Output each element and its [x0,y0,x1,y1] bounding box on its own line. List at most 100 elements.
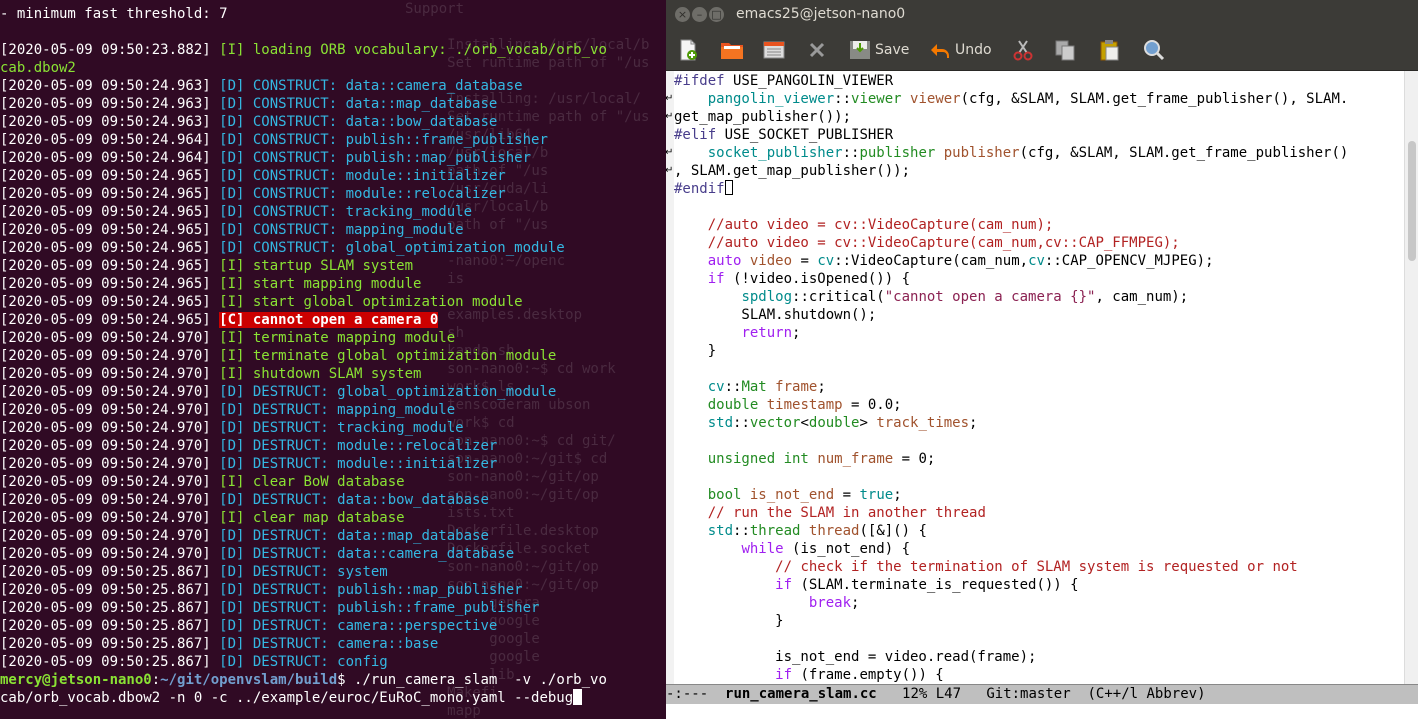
log-timestamp: [2020-05-09 09:50:24.965] [0,168,211,184]
code-token: , cam_num); [1095,289,1189,305]
search-button[interactable] [1142,37,1166,63]
log-message: [D] DESTRUCT: mapping_module [219,402,456,418]
prompt-colon: : [151,672,161,688]
log-message: [D] DESTRUCT: camera::base [219,636,439,652]
modeline-major-mode: (C++/l Abbrev) [1087,686,1206,702]
code-token: #ifdef [674,73,725,89]
command-text-continued[interactable]: cab/orb_vocab.dbow2 -n 0 -c ../example/e… [0,690,573,706]
title-bar[interactable]: × – □ emacs25@jetson-nano0 [666,0,1418,30]
vertical-scrollbar[interactable] [1404,71,1418,684]
code-token: ; [893,487,902,503]
code-line[interactable]: // check if the termination of SLAM syst… [674,558,1348,576]
code-line[interactable]: cv::Mat frame; [674,378,1348,396]
log-timestamp: [2020-05-09 09:50:24.970] [0,510,211,526]
undo-button[interactable]: Undo [928,37,992,63]
code-area[interactable]: #ifdef USE_PANGOLIN_VIEWER pangolin_view… [674,72,1348,684]
code-token: publisher [943,145,1020,161]
prompt-line[interactable]: mercy@jetson-nano0:~/git/openvslam/build… [0,671,666,689]
code-line[interactable]: auto video = cv::VideoCapture(cam_num,cv… [674,252,1348,270]
code-line[interactable] [674,630,1348,648]
code-line[interactable]: get_map_publisher()); [674,108,1348,126]
code-line[interactable]: //auto video = cv::VideoCapture(cam_num,… [674,234,1348,252]
code-line[interactable]: pangolin_viewer::viewer viewer(cfg, &SLA… [674,90,1349,108]
code-line[interactable]: } [674,342,1348,360]
code-line[interactable]: #endif [674,180,1348,198]
terminal-line: [2020-05-09 09:50:24.965] [I] start mapp… [0,275,666,293]
log-message: [D] CONSTRUCT: global_optimization_modul… [219,240,565,256]
code-line[interactable] [674,468,1348,486]
command-text[interactable]: ./run_camera_slam -v ./orb_vo [354,672,607,688]
close-buffer-button[interactable] [806,37,828,63]
code-line[interactable]: // run the SLAM in another thread [674,504,1348,522]
code-line[interactable]: unsigned int num_frame = 0; [674,450,1348,468]
code-line[interactable]: spdlog::critical("cannot open a camera {… [674,288,1348,306]
window-title: emacs25@jetson-nano0 [736,6,906,22]
code-line[interactable]: std::thread thread([&]() { [674,522,1348,540]
save-button[interactable]: Save [848,37,909,63]
code-line[interactable]: , SLAM.get_map_publisher()); [674,162,1348,180]
dired-button[interactable] [762,37,786,63]
terminal-window[interactable]: Support Installing: /usr/local/b Set run… [0,0,666,719]
terminal-line: [2020-05-09 09:50:24.965] [D] CONSTRUCT:… [0,239,666,257]
cut-button[interactable] [1011,37,1035,63]
code-line[interactable]: return; [674,324,1348,342]
code-line[interactable]: #elif USE_SOCKET_PUBLISHER [674,126,1348,144]
code-line[interactable] [674,360,1348,378]
log-timestamp: [2020-05-09 09:50:24.970] [0,528,211,544]
prompt-path: ~/git/openvslam/build [160,672,338,688]
prompt-line-continued[interactable]: cab/orb_vocab.dbow2 -n 0 -c ../example/e… [0,689,666,707]
log-timestamp: [2020-05-09 09:50:24.970] [0,402,211,418]
code-line[interactable]: while (is_not_end) { [674,540,1348,558]
left-fringe: ↵ ↵ ↵ ↵ [666,71,674,684]
code-token: true [859,487,894,503]
code-token: "cannot open a camera {}" [884,289,1096,305]
code-line[interactable]: if (frame.empty()) { [674,666,1348,684]
emacs-window[interactable]: × – □ emacs25@jetson-nano0 Save Undo ↵ ↵… [666,0,1418,719]
log-message: [D] DESTRUCT: data::camera_database [219,546,515,562]
code-token: if [707,271,725,287]
code-line[interactable]: //auto video = cv::VideoCapture(cam_num)… [674,216,1348,234]
terminal-line: [2020-05-09 09:50:24.965] [I] startup SL… [0,257,666,275]
code-line[interactable]: break; [674,594,1348,612]
new-file-button[interactable] [676,37,700,63]
window-close-button[interactable]: × [675,7,690,22]
open-file-button[interactable] [719,37,745,63]
log-timestamp: [2020-05-09 09:50:24.965] [0,258,211,274]
log-message: [D] DESTRUCT: tracking_module [219,420,464,436]
terminal-line: [2020-05-09 09:50:24.963] [D] CONSTRUCT:… [0,77,666,95]
code-line[interactable]: SLAM.shutdown(); [674,306,1348,324]
editor-buffer[interactable]: ↵ ↵ ↵ ↵ #ifdef USE_PANGOLIN_VIEWER pangolin… [666,71,1418,684]
log-message: [D] DESTRUCT: data::map_database [219,528,489,544]
code-line[interactable]: socket_publisher::publisher publisher(cf… [674,144,1349,162]
code-token: bool [707,487,742,503]
log-message: [D] CONSTRUCT: module::initializer [219,168,506,184]
log-message: [I] startup SLAM system [219,258,414,274]
code-token: // run the SLAM in another thread [707,505,986,521]
code-line[interactable] [674,432,1348,450]
code-line[interactable]: } [674,612,1348,630]
paste-button[interactable] [1097,37,1121,63]
code-token: is_not_end = video.read(frame); [674,649,1037,665]
minibuffer[interactable] [666,704,1418,719]
code-line[interactable]: bool is_not_end = true; [674,486,1348,504]
copy-button[interactable] [1053,37,1077,63]
scrollbar-thumb[interactable] [1408,141,1416,261]
log-timestamp: [2020-05-09 09:50:24.970] [0,474,211,490]
code-line[interactable]: double timestamp = 0.0; [674,396,1348,414]
code-line[interactable]: #ifdef USE_PANGOLIN_VIEWER [674,72,1348,90]
window-maximize-button[interactable]: □ [709,7,724,22]
code-line[interactable]: if (SLAM.terminate_is_requested()) { [674,576,1348,594]
window-minimize-button[interactable]: – [692,7,707,22]
copy-icon [1053,38,1077,62]
log-message: [D] CONSTRUCT: data::bow_database [219,114,498,130]
code-line[interactable]: std::vector<double> track_times; [674,414,1348,432]
terminal-line: [2020-05-09 09:50:24.970] [D] DESTRUCT: … [0,401,666,419]
log-timestamp: [2020-05-09 09:50:24.970] [0,384,211,400]
log-timestamp: [2020-05-09 09:50:24.965] [0,276,211,292]
code-line[interactable]: if (!video.isOpened()) { [674,270,1348,288]
code-line[interactable]: is_not_end = video.read(frame); [674,648,1348,666]
code-line[interactable] [674,198,1348,216]
